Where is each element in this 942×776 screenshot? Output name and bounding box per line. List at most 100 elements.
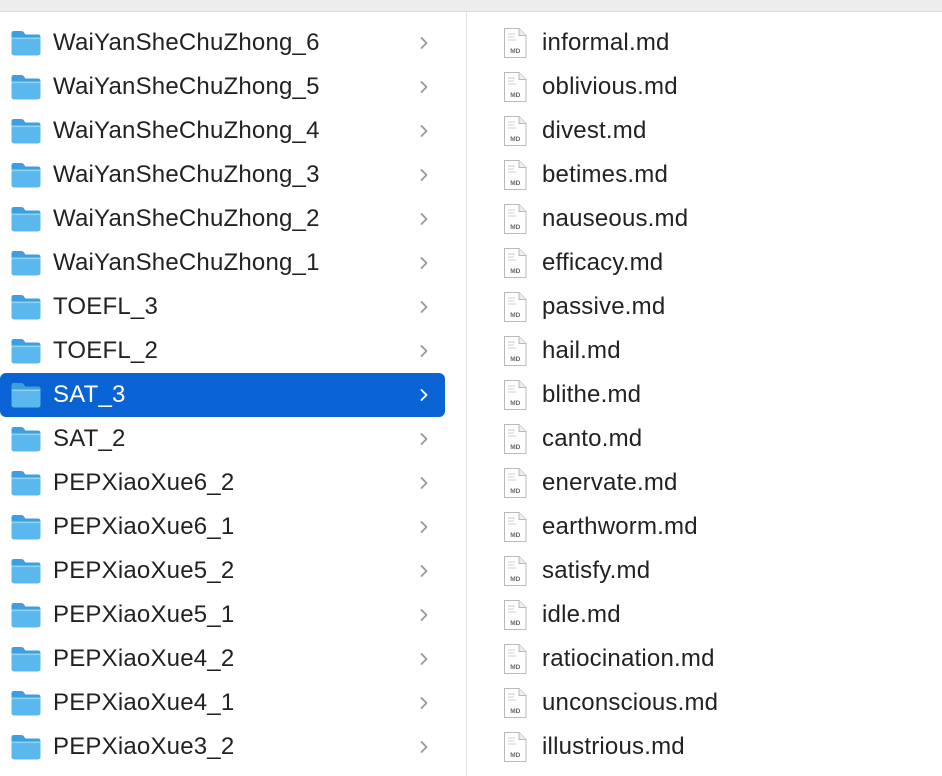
folder-row[interactable]: PEPXiaoXue6_2 (0, 461, 445, 505)
markdown-file-icon: MD (502, 731, 528, 763)
file-row[interactable]: MD satisfy.md (467, 549, 942, 593)
svg-text:MD: MD (510, 268, 520, 275)
markdown-file-icon: MD (502, 115, 528, 147)
file-name: idle.md (542, 601, 621, 628)
file-row[interactable]: MD blithe.md (467, 373, 942, 417)
folder-row[interactable]: TOEFL_3 (0, 285, 445, 329)
folder-name: SAT_3 (53, 381, 126, 408)
folder-row[interactable]: WaiYanSheChuZhong_4 (0, 109, 445, 153)
file-name: oblivious.md (542, 73, 678, 100)
folder-row[interactable]: WaiYanSheChuZhong_2 (0, 197, 445, 241)
folder-icon (10, 557, 42, 585)
chevron-right-icon (415, 386, 433, 404)
file-row[interactable]: MD nauseous.md (467, 197, 942, 241)
file-row[interactable]: MD betimes.md (467, 153, 942, 197)
file-name: earthworm.md (542, 513, 698, 540)
folder-name: WaiYanSheChuZhong_4 (53, 117, 320, 144)
folder-icon (10, 645, 42, 673)
folder-row[interactable]: PEPXiaoXue4_1 (0, 681, 445, 725)
markdown-file-icon: MD (502, 555, 528, 587)
svg-text:MD: MD (510, 664, 520, 671)
file-name: nauseous.md (542, 205, 689, 232)
chevron-right-icon (415, 738, 433, 756)
chevron-right-icon (415, 210, 433, 228)
svg-text:MD: MD (510, 224, 520, 231)
folder-name: WaiYanSheChuZhong_6 (53, 29, 320, 56)
svg-text:MD: MD (510, 48, 520, 55)
file-name: efficacy.md (542, 249, 664, 276)
chevron-right-icon (415, 562, 433, 580)
folder-row[interactable]: TOEFL_2 (0, 329, 445, 373)
chevron-right-icon (415, 254, 433, 272)
folder-icon (10, 73, 42, 101)
chevron-right-icon (415, 694, 433, 712)
svg-text:MD: MD (510, 444, 520, 451)
markdown-file-icon: MD (502, 467, 528, 499)
folder-row[interactable]: PEPXiaoXue5_1 (0, 593, 445, 637)
folder-icon (10, 381, 42, 409)
file-name: divest.md (542, 117, 647, 144)
folder-name: WaiYanSheChuZhong_3 (53, 161, 320, 188)
folder-row[interactable]: WaiYanSheChuZhong_1 (0, 241, 445, 285)
folder-name: WaiYanSheChuZhong_1 (53, 249, 320, 276)
folder-row[interactable]: WaiYanSheChuZhong_6 (0, 21, 445, 65)
folder-name: PEPXiaoXue6_1 (53, 513, 235, 540)
folder-name: SAT_2 (53, 425, 126, 452)
chevron-right-icon (415, 298, 433, 316)
svg-text:MD: MD (510, 312, 520, 319)
file-row[interactable]: MD unconscious.md (467, 681, 942, 725)
markdown-file-icon: MD (502, 159, 528, 191)
folder-name: PEPXiaoXue6_2 (53, 469, 235, 496)
file-name: informal.md (542, 29, 670, 56)
file-row[interactable]: MD enervate.md (467, 461, 942, 505)
folder-icon (10, 689, 42, 717)
folder-row[interactable]: PEPXiaoXue4_2 (0, 637, 445, 681)
file-name: ratiocination.md (542, 645, 715, 672)
file-row[interactable]: MD divest.md (467, 109, 942, 153)
svg-text:MD: MD (510, 708, 520, 715)
svg-text:MD: MD (510, 532, 520, 539)
folder-row[interactable]: WaiYanSheChuZhong_5 (0, 65, 445, 109)
markdown-file-icon: MD (502, 423, 528, 455)
folder-row[interactable]: SAT_3 (0, 373, 445, 417)
file-name: betimes.md (542, 161, 669, 188)
file-row[interactable]: MD oblivious.md (467, 65, 942, 109)
svg-text:MD: MD (510, 576, 520, 583)
chevron-right-icon (415, 342, 433, 360)
file-row[interactable]: MD informal.md (467, 21, 942, 65)
file-row[interactable]: MD earthworm.md (467, 505, 942, 549)
chevron-right-icon (415, 78, 433, 96)
file-row[interactable]: MD canto.md (467, 417, 942, 461)
file-row[interactable]: MD illustrious.md (467, 725, 942, 769)
chevron-right-icon (415, 34, 433, 52)
svg-text:MD: MD (510, 180, 520, 187)
markdown-file-icon: MD (502, 599, 528, 631)
folder-icon (10, 425, 42, 453)
file-row[interactable]: MD hail.md (467, 329, 942, 373)
folder-name: TOEFL_2 (53, 337, 159, 364)
chevron-right-icon (415, 606, 433, 624)
chevron-right-icon (415, 474, 433, 492)
folder-row[interactable]: WaiYanSheChuZhong_3 (0, 153, 445, 197)
folder-icon (10, 205, 42, 233)
chevron-right-icon (415, 166, 433, 184)
file-row[interactable]: MD ratiocination.md (467, 637, 942, 681)
folder-row[interactable]: PEPXiaoXue6_1 (0, 505, 445, 549)
svg-text:MD: MD (510, 356, 520, 363)
folder-name: PEPXiaoXue4_1 (53, 689, 235, 716)
folder-row[interactable]: PEPXiaoXue5_2 (0, 549, 445, 593)
folder-row[interactable]: PEPXiaoXue3_2 (0, 725, 445, 769)
file-row[interactable]: MD passive.md (467, 285, 942, 329)
folder-icon (10, 733, 42, 761)
markdown-file-icon: MD (502, 247, 528, 279)
file-row[interactable]: MD efficacy.md (467, 241, 942, 285)
file-row[interactable]: MD idle.md (467, 593, 942, 637)
markdown-file-icon: MD (502, 511, 528, 543)
markdown-file-icon: MD (502, 379, 528, 411)
file-name: illustrious.md (542, 733, 685, 760)
folder-row[interactable]: SAT_2 (0, 417, 445, 461)
file-name: passive.md (542, 293, 666, 320)
chevron-right-icon (415, 518, 433, 536)
folder-name: TOEFL_3 (53, 293, 159, 320)
svg-text:MD: MD (510, 620, 520, 627)
